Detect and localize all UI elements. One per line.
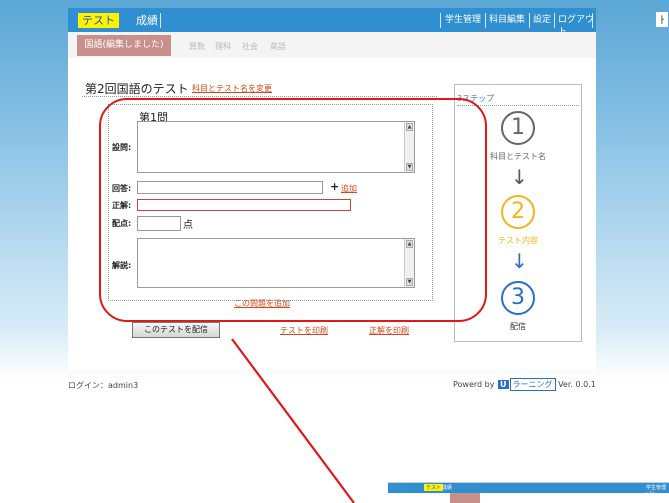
question-textarea[interactable]: ▲ ▼ — [137, 121, 415, 173]
next-screen-thumbnail: テスト 成績 学生管理 | 科 — [388, 482, 669, 503]
thumbnail-nav: 学生管理 | 科 — [646, 485, 667, 498]
divider — [440, 13, 441, 28]
powered-prefix: Powerd by — [453, 380, 495, 389]
step-1-label: 科目とテスト名 — [490, 152, 546, 161]
step-3-label: 配信 — [510, 322, 526, 331]
tab-test[interactable]: テスト — [78, 13, 119, 28]
points-input[interactable] — [137, 216, 181, 231]
explanation-textarea[interactable]: ▲ ▼ — [137, 238, 415, 288]
scrollbar[interactable]: ▲ ▼ — [404, 239, 414, 287]
scrollbar[interactable]: ▲ ▼ — [404, 122, 414, 172]
subject-tabs: 国語(編集しました) 算数 理科 社会 英語 — [68, 32, 596, 58]
thumbnail-subject-tab — [450, 493, 480, 503]
edge-glyph: ㅏ — [656, 12, 669, 27]
add-answer-link[interactable]: 追加 — [341, 183, 357, 194]
nav-student-management[interactable]: 学生管理 — [445, 14, 481, 26]
correct-answer-input[interactable] — [137, 199, 351, 211]
step-3-icon: 3 — [501, 281, 535, 315]
steps-title: 3ステップ — [457, 94, 495, 103]
subject-tab-english[interactable]: 英語 — [270, 41, 286, 52]
arrow-down-icon: ↓ — [511, 165, 528, 189]
page-title: 第2回国語のテスト — [85, 82, 189, 96]
scroll-up-icon[interactable]: ▲ — [406, 123, 413, 131]
subject-tab-math[interactable]: 算数 — [189, 41, 205, 52]
nav-subject-edit[interactable]: 科目編集 — [489, 14, 525, 26]
answer-label: 回答: — [112, 184, 132, 193]
subject-tab-social[interactable]: 社会 — [242, 41, 258, 52]
scroll-down-icon[interactable]: ▼ — [406, 163, 413, 171]
thumbnail-tab-test: テスト — [424, 484, 444, 491]
print-answers-link[interactable]: 正解を印刷 — [369, 325, 409, 336]
divider — [160, 13, 161, 28]
thumbnail-tab-grade: 成績 — [442, 485, 453, 491]
explanation-label: 解説: — [112, 261, 132, 270]
nav-settings[interactable]: 設定 — [533, 14, 551, 26]
logo-text: ラーニング — [509, 378, 556, 391]
arrow-down-icon: ↓ — [511, 249, 528, 273]
login-status: ログイン：admin3 — [68, 381, 139, 390]
print-test-link[interactable]: テストを印刷 — [280, 325, 328, 336]
distribute-test-button[interactable]: このテストを配信 — [132, 322, 220, 338]
subject-tab-japanese[interactable]: 国語(編集しました) — [77, 35, 171, 56]
divider — [529, 13, 530, 28]
answer-input[interactable] — [137, 181, 323, 194]
main-panel: 国語(編集しました) 算数 理科 社会 英語 第2回国語のテスト 科目とテスト名… — [68, 32, 596, 370]
steps-panel: 3ステップ 1 科目とテスト名 ↓ 2 テスト内容 ↓ 3 配信 — [454, 84, 582, 342]
step-2-icon: 2 — [501, 195, 535, 229]
divider — [485, 13, 486, 28]
step-1-icon: 1 — [501, 111, 535, 145]
subject-tab-science[interactable]: 理科 — [215, 41, 231, 52]
change-subject-link[interactable]: 科目とテスト名を変更 — [192, 83, 272, 94]
question-label: 設問: — [112, 143, 132, 152]
logo-icon: U — [498, 380, 509, 389]
app-header: テスト 成績 学生管理 科目編集 設定 ログアウト — [68, 8, 596, 37]
tab-grade[interactable]: 成績 — [136, 13, 158, 28]
question-editor: 第1問 設問: ▲ ▼ 回答: + 追加 正解: 配点: 点 解説: ▲ ▼ — [108, 104, 433, 301]
divider — [457, 105, 579, 106]
add-question-link[interactable]: この問題を追加 — [234, 298, 290, 309]
divider — [592, 13, 593, 28]
version-text: Ver. 0.0.1 — [558, 380, 596, 389]
scroll-up-icon[interactable]: ▲ — [406, 240, 413, 248]
step-2-label: テスト内容 — [498, 236, 538, 245]
points-unit: 点 — [183, 220, 193, 231]
plus-icon[interactable]: + — [330, 180, 339, 193]
powered-by: Powerd by U ラーニング Ver. 0.0.1 — [453, 378, 596, 391]
points-label: 配点: — [112, 219, 132, 228]
scroll-down-icon[interactable]: ▼ — [406, 278, 413, 286]
divider — [82, 96, 437, 97]
divider — [554, 13, 555, 28]
correct-label: 正解: — [112, 201, 132, 210]
